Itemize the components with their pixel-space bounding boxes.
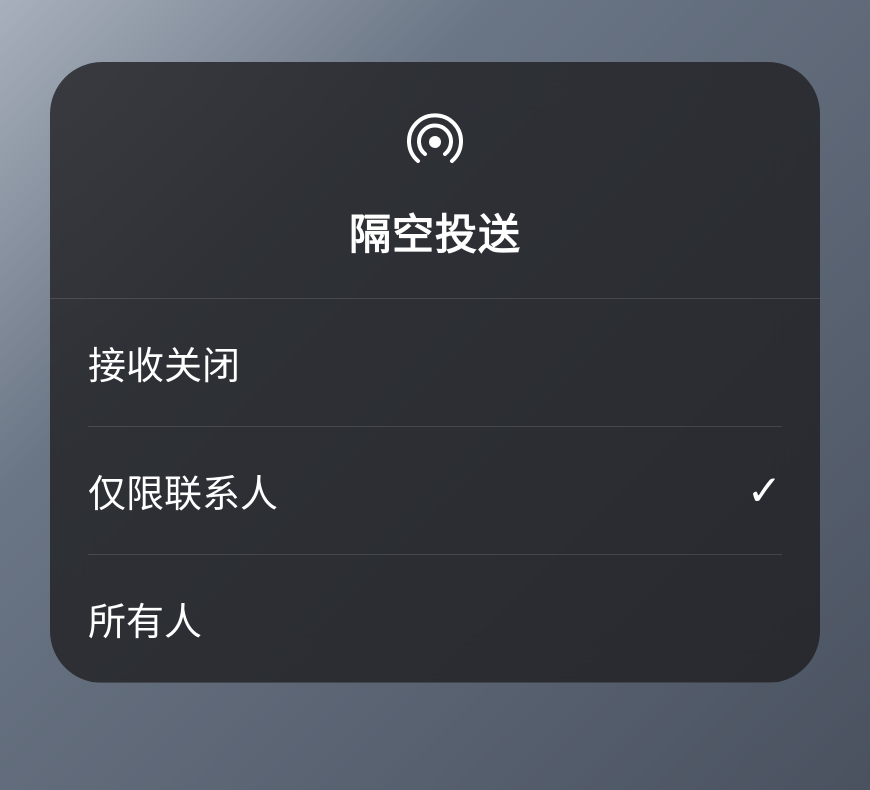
panel-title: 隔空投送	[349, 201, 521, 262]
options-list: 接收关闭 ✓ 仅限联系人 ✓ 所有人 ✓	[50, 299, 820, 683]
checkmark-icon: ✓	[747, 466, 782, 515]
option-everyone[interactable]: 所有人 ✓	[88, 555, 782, 683]
option-receiving-off[interactable]: 接收关闭 ✓	[88, 299, 782, 427]
option-label: 所有人	[88, 591, 202, 646]
option-contacts-only[interactable]: 仅限联系人 ✓	[88, 427, 782, 555]
airdrop-panel: 隔空投送 接收关闭 ✓ 仅限联系人 ✓ 所有人 ✓	[50, 62, 820, 683]
airdrop-icon	[403, 110, 467, 179]
option-label: 仅限联系人	[88, 463, 278, 518]
option-label: 接收关闭	[88, 335, 240, 390]
panel-header: 隔空投送	[50, 62, 820, 299]
